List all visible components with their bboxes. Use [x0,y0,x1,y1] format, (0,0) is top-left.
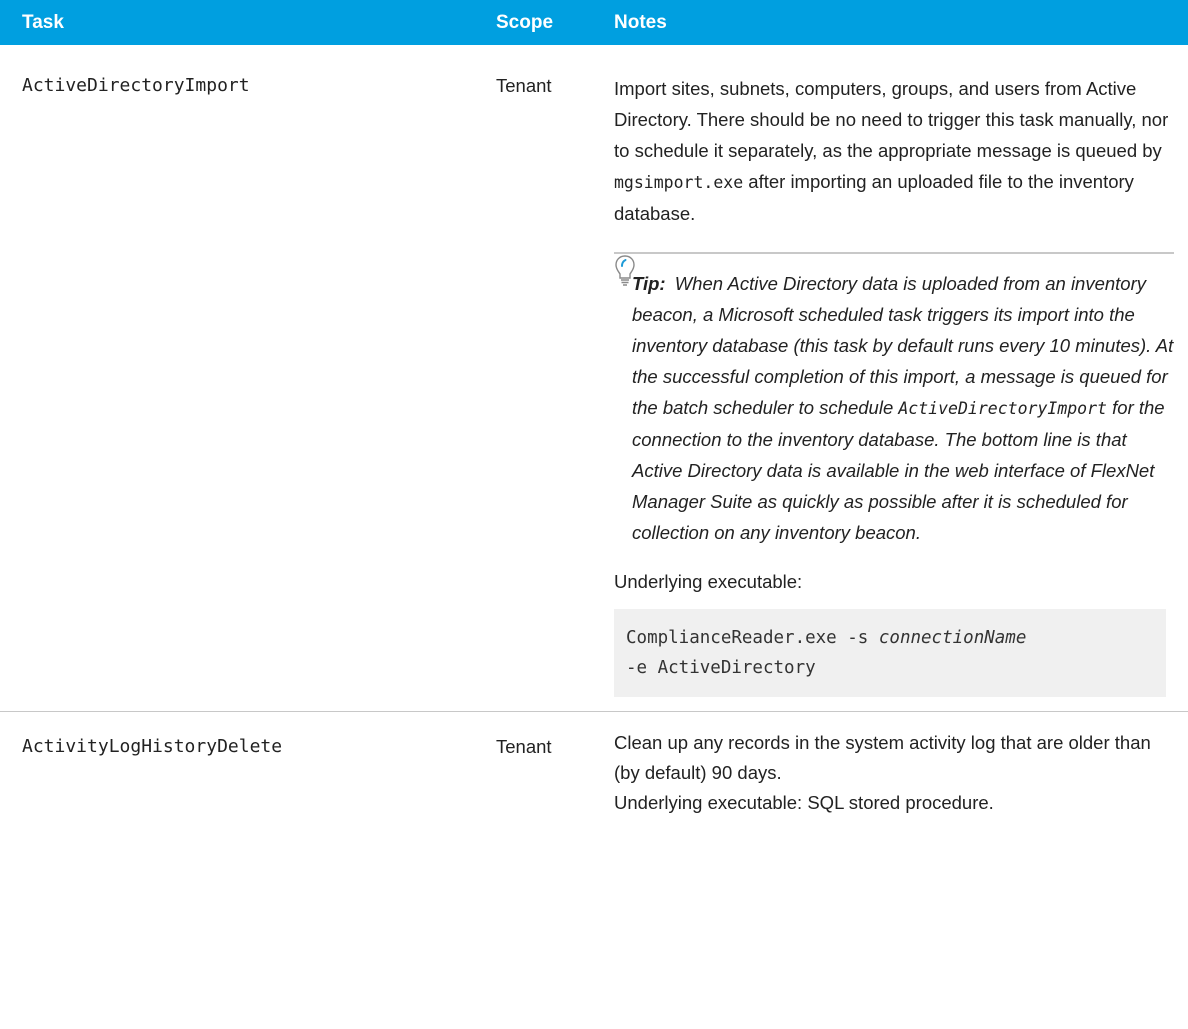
task-scope: Tenant [496,736,552,757]
code-line: -e ActiveDirectory [626,658,816,678]
notes-paragraph: Underlying executable: SQL stored proced… [614,792,994,813]
table-header: Task Scope Notes [0,0,1188,45]
table-row: ActivityLogHistoryDelete Tenant Clean up… [0,711,1188,818]
code-text: ComplianceReader.exe -s [626,628,879,648]
tip-text: for the connection to the inventory data… [632,397,1165,543]
underlying-label: Underlying executable: [614,571,803,592]
tip-text: When Active Directory data is uploaded f… [632,273,1174,418]
inline-code: ActiveDirectoryImport [898,399,1107,418]
task-name: ActiveDirectoryImport [22,75,250,96]
code-line: ComplianceReader.exe -s connectionName [626,623,1154,653]
code-variable: connectionName [878,628,1027,648]
tip-label: Tip: [632,273,666,294]
inline-code: mgsimport.exe [614,173,744,192]
header-notes: Notes [614,11,667,33]
code-block: ComplianceReader.exe -s connectionName -… [614,609,1166,697]
task-name: ActivityLogHistoryDelete [22,736,283,757]
task-scope: Tenant [496,75,552,96]
header-scope: Scope [496,11,554,33]
lightbulb-icon [615,255,635,286]
notes-paragraph: Clean up any records in the system activ… [614,732,1151,783]
task-notes: Clean up any records in the system activ… [614,712,1174,818]
table-row: ActiveDirectoryImport Tenant Import site… [0,45,1188,697]
tip-box: Tip: When Active Directory data is uploa… [614,252,1174,548]
notes-text: Import sites, subnets, computers, groups… [614,78,1169,161]
header-task: Task [22,11,64,33]
task-notes: Import sites, subnets, computers, groups… [614,45,1174,697]
notes-paragraph: Import sites, subnets, computers, groups… [614,73,1174,229]
task-table: Task Scope Notes ActiveDirectoryImport T… [0,0,1188,818]
